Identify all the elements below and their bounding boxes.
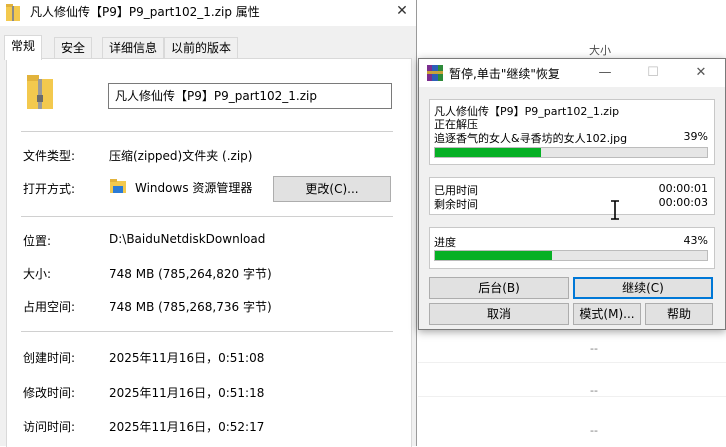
properties-titlebar[interactable]: 凡人修仙传【P9】P9_part102_1.zip 属性 ✕ [0,0,416,26]
minimize-icon[interactable]: — [585,59,625,87]
created-label: 创建时间: [23,351,76,365]
elapsed-value: 00:00:01 [658,182,708,195]
file-progress-bar [434,147,708,158]
maximize-icon: ☐ [647,65,659,80]
help-button[interactable]: 帮助 [645,303,713,325]
file-type-value: 压缩(zipped)文件夹 (.zip) [109,149,253,163]
disk-size-label: 占用空间: [23,300,76,314]
text-cursor-icon [611,200,619,220]
open-with-label: 打开方式: [23,182,76,196]
background-button[interactable]: 后台(B) [429,277,569,299]
total-percent: 43% [683,234,708,247]
location-value: D:\BaiduNetdiskDownload [109,232,266,246]
size-cell: -- [590,342,598,355]
cancel-button[interactable]: 取消 [429,303,569,325]
total-progress-bar [434,250,708,261]
remaining-value: 00:00:03 [658,196,708,209]
list-row[interactable] [418,370,726,397]
winrar-titlebar[interactable]: 暂停,单击"继续"恢复 — ☐ ✕ [419,59,725,87]
divider [21,331,393,332]
created-value: 2025年11月16日，0:51:08 [109,351,265,365]
close-icon[interactable]: ✕ [681,59,721,87]
mode-button[interactable]: 模式(M)... [573,303,641,325]
file-name-input[interactable]: 凡人修仙传【P9】P9_part102_1.zip [108,83,392,109]
open-with-value: Windows 资源管理器 [135,181,253,195]
file-explorer-icon [110,179,126,193]
total-progress-label: 进度 [434,236,456,249]
winrar-icon [427,65,443,81]
divider [21,216,393,217]
file-progress-group: 凡人修仙传【P9】P9_part102_1.zip 正在解压 追逐香气的女人&寻… [429,99,715,165]
tab-security[interactable]: 安全 [54,37,93,58]
winrar-progress-dialog: 暂停,单击"继续"恢复 — ☐ ✕ 凡人修仙传【P9】P9_part102_1.… [418,58,726,330]
tab-details[interactable]: 详细信息 [102,37,165,58]
zip-file-icon [27,75,53,109]
file-progress-fill [435,148,542,157]
location-label: 位置: [23,234,52,248]
file-percent: 39% [683,130,708,143]
close-icon[interactable]: ✕ [388,0,416,24]
tab-strip: 常规 安全 详细信息 以前的版本 [0,35,416,60]
total-progress-fill [435,251,552,260]
total-progress-group: 进度 43% [429,227,715,269]
change-button[interactable]: 更改(C)... [273,176,391,202]
winrar-title: 暂停,单击"继续"恢复 [449,67,560,81]
continue-button[interactable]: 继续(C) [573,277,713,299]
modified-label: 修改时间: [23,386,76,400]
general-panel: 凡人修仙传【P9】P9_part102_1.zip 文件类型: 压缩(zippe… [6,58,412,447]
accessed-value: 2025年11月16日，0:52:17 [109,420,265,434]
size-label: 大小: [23,267,52,281]
tab-general[interactable]: 常规 [4,35,43,60]
size-cell: -- [590,424,598,437]
properties-dialog: 凡人修仙传【P9】P9_part102_1.zip 属性 ✕ 常规 安全 详细信… [0,0,417,447]
accessed-label: 访问时间: [23,420,76,434]
zip-folder-icon [6,4,20,21]
disk-size-value: 748 MB (785,268,736 字节) [109,300,272,314]
time-group: 已用时间 00:00:01 剩余时间 00:00:03 [429,177,715,215]
size-value: 748 MB (785,264,820 字节) [109,267,272,281]
remaining-label: 剩余时间 [434,198,478,211]
properties-title: 凡人修仙传【P9】P9_part102_1.zip 属性 [30,5,260,19]
current-file-name: 追逐香气的女人&寻香坊的女人102.jpg [434,132,628,145]
modified-value: 2025年11月16日，0:51:18 [109,386,265,400]
divider [21,131,393,132]
size-cell: -- [590,384,598,397]
tab-previous-versions[interactable]: 以前的版本 [164,37,239,58]
list-row[interactable] [418,336,726,363]
column-header-size[interactable]: 大小 [560,42,640,58]
file-type-label: 文件类型: [23,149,76,163]
